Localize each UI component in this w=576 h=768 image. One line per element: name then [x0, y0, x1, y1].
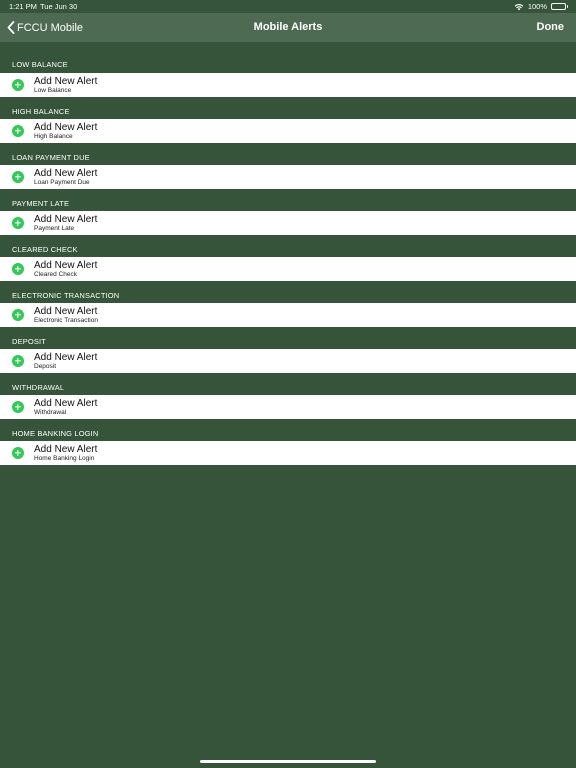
row-text: Add New Alert Electronic Transaction	[34, 306, 98, 325]
page-title: Mobile Alerts	[253, 21, 323, 33]
add-alert-cleared-check[interactable]: Add New Alert Cleared Check	[0, 257, 576, 281]
row-subtitle: Withdrawal	[34, 408, 67, 416]
row-subtitle: Payment Late	[34, 224, 75, 232]
row-text: Add New Alert High Balance	[34, 122, 97, 141]
back-button-label: FCCU Mobile	[17, 21, 84, 34]
wifi-icon	[514, 3, 524, 11]
plus-circle-icon	[12, 309, 24, 321]
status-time: 1:21 PM	[9, 2, 37, 11]
row-subtitle: High Balance	[34, 132, 73, 140]
battery-icon	[551, 3, 568, 10]
add-alert-home-banking-login[interactable]: Add New Alert Home Banking Login	[0, 441, 576, 465]
section-header-low-balance: LOW BALANCE	[12, 60, 68, 69]
add-alert-loan-payment-due[interactable]: Add New Alert Loan Payment Due	[0, 165, 576, 189]
row-text: Add New Alert Cleared Check	[34, 260, 97, 279]
section-header-deposit: DEPOSIT	[12, 337, 46, 346]
done-button[interactable]: Done	[537, 13, 565, 42]
section-header-electronic-transaction: ELECTRONIC TRANSACTION	[12, 291, 120, 300]
section-header-high-balance: HIGH BALANCE	[12, 107, 70, 116]
navigation-bar: FCCU Mobile Mobile Alerts Done	[0, 13, 576, 42]
plus-circle-icon	[12, 79, 24, 91]
plus-circle-icon	[12, 447, 24, 459]
section-header-payment-late: PAYMENT LATE	[12, 199, 70, 208]
add-alert-withdrawal[interactable]: Add New Alert Withdrawal	[0, 395, 576, 419]
row-title: Add New Alert	[34, 259, 98, 271]
row-subtitle: Home Banking Login	[34, 454, 95, 462]
status-date: Tue Jun 30	[40, 2, 78, 11]
status-bar: 1:21 PM Tue Jun 30 100%	[0, 0, 576, 13]
row-subtitle: Loan Payment Due	[34, 178, 90, 186]
row-subtitle: Low Balance	[34, 86, 72, 94]
row-subtitle: Cleared Check	[34, 270, 77, 278]
section-header-withdrawal: WITHDRAWAL	[12, 383, 65, 392]
add-alert-electronic-transaction[interactable]: Add New Alert Electronic Transaction	[0, 303, 576, 327]
home-indicator[interactable]	[200, 760, 376, 763]
row-text: Add New Alert Withdrawal	[34, 398, 97, 417]
row-text: Add New Alert Payment Late	[34, 214, 97, 233]
plus-circle-icon	[12, 263, 24, 275]
battery-percent: 100%	[527, 2, 547, 11]
chevron-left-icon	[7, 21, 15, 34]
add-alert-high-balance[interactable]: Add New Alert High Balance	[0, 119, 576, 143]
row-text: Add New Alert Home Banking Login	[34, 444, 97, 463]
row-title: Add New Alert	[34, 351, 98, 363]
plus-circle-icon	[12, 355, 24, 367]
row-title: Add New Alert	[34, 75, 98, 87]
row-title: Add New Alert	[34, 397, 98, 409]
section-header-loan-payment-due: LOAN PAYMENT DUE	[12, 153, 90, 162]
add-alert-deposit[interactable]: Add New Alert Deposit	[0, 349, 576, 373]
plus-circle-icon	[12, 171, 24, 183]
plus-circle-icon	[12, 401, 24, 413]
row-subtitle: Electronic Transaction	[34, 316, 98, 324]
row-text: Add New Alert Deposit	[34, 352, 97, 371]
status-indicators: 100%	[514, 1, 568, 12]
section-header-home-banking-login: HOME BANKING LOGIN	[12, 429, 99, 438]
add-alert-low-balance[interactable]: Add New Alert Low Balance	[0, 73, 576, 97]
row-title: Add New Alert	[34, 167, 98, 179]
row-subtitle: Deposit	[34, 362, 57, 370]
row-text: Add New Alert Low Balance	[34, 76, 97, 95]
plus-circle-icon	[12, 125, 24, 137]
add-alert-payment-late[interactable]: Add New Alert Payment Late	[0, 211, 576, 235]
row-title: Add New Alert	[34, 305, 98, 317]
row-title: Add New Alert	[34, 443, 98, 455]
row-title: Add New Alert	[34, 213, 98, 225]
plus-circle-icon	[12, 217, 24, 229]
row-text: Add New Alert Loan Payment Due	[34, 168, 97, 187]
back-button[interactable]: FCCU Mobile	[7, 13, 83, 42]
section-header-cleared-check: CLEARED CHECK	[12, 245, 78, 254]
row-title: Add New Alert	[34, 121, 98, 133]
alerts-list: LOW BALANCE Add New Alert Low Balance HI…	[0, 42, 576, 465]
